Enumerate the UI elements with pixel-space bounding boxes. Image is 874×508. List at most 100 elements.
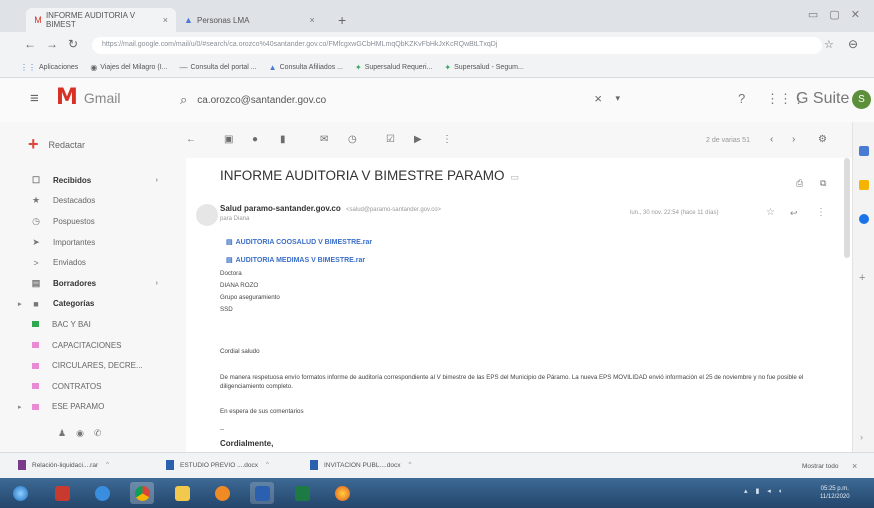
bookmark-item[interactable]: ✦ Supersalud - Segum... bbox=[444, 63, 523, 72]
back-icon[interactable]: ← bbox=[24, 37, 36, 51]
close-icon[interactable]: × bbox=[309, 15, 314, 25]
window-controls[interactable]: ▭ ▢ ✕ bbox=[808, 8, 864, 21]
bookmark-item[interactable]: — Consulta del portal ... bbox=[179, 63, 256, 72]
recipient-line[interactable]: para Diana bbox=[220, 216, 249, 222]
nav-list: ☐ Recibidos › ★ Destacados ◷ Pospuestos … bbox=[0, 170, 186, 417]
bookmark-item[interactable]: ▲ Consulta Afiliados ... bbox=[269, 63, 343, 72]
report-spam-icon[interactable]: ● bbox=[252, 134, 258, 145]
sidebar-item-destacados[interactable]: ★ Destacados bbox=[0, 191, 186, 212]
newer-icon[interactable]: ‹ bbox=[770, 134, 773, 145]
download-item[interactable]: ESTUDIO PREVIO ....docx ^ bbox=[166, 460, 269, 470]
expand-arrow-icon[interactable]: ▸ bbox=[18, 300, 22, 308]
show-all-downloads[interactable]: Mostrar todo bbox=[802, 463, 839, 470]
tasks-icon[interactable] bbox=[859, 214, 869, 224]
expand-arrow-icon[interactable]: ▸ bbox=[18, 403, 22, 411]
windows-logo-icon bbox=[12, 485, 28, 501]
forward-icon[interactable]: → bbox=[46, 37, 58, 51]
taskbar-word[interactable] bbox=[250, 482, 274, 504]
sidebar-item-label: CAPACITACIONES bbox=[52, 340, 122, 350]
bookmark-item[interactable]: ◉ Viajes del Milagro (I... bbox=[90, 63, 167, 72]
help-icon[interactable]: ? bbox=[738, 91, 745, 106]
older-icon[interactable]: › bbox=[792, 134, 795, 145]
sidebar-item-enviados[interactable]: > Enviados bbox=[0, 252, 186, 273]
taskbar-pdf[interactable] bbox=[50, 482, 74, 504]
start-button[interactable] bbox=[8, 482, 32, 504]
label-icon[interactable]: ▭ bbox=[511, 172, 520, 182]
taskbar-explorer[interactable] bbox=[170, 482, 194, 504]
sidebar-label-bac-y-bai[interactable]: BAC Y BAI bbox=[0, 314, 186, 335]
attachment-link[interactable]: ▤ AUDITORIA COOSALUD V BIMESTRE.rar bbox=[226, 238, 372, 246]
add-to-tasks-icon[interactable]: ☑ bbox=[386, 134, 395, 145]
address-row: ← → ↻ https://mail.google.com/mail/u/0/#… bbox=[0, 32, 874, 58]
bookmark-item[interactable]: ✦ Supersalud Requeri... bbox=[355, 63, 432, 72]
move-to-icon[interactable]: ▶ bbox=[414, 134, 422, 145]
greeting-line: DIANA ROZO bbox=[220, 282, 259, 289]
more-options-icon[interactable]: ⋮ bbox=[442, 134, 452, 145]
search-options-icon[interactable]: ▾ bbox=[615, 93, 620, 104]
sidebar-label-contratos[interactable]: CONTRATOS bbox=[0, 376, 186, 397]
reply-icon[interactable]: ↩ bbox=[790, 208, 798, 219]
chevron-up-icon[interactable]: ^ bbox=[266, 462, 269, 468]
delete-icon[interactable]: ▮ bbox=[280, 134, 286, 145]
clock-time: 05:25 p.m. bbox=[820, 486, 849, 492]
tab-informe[interactable]: M INFORME AUDITORIA V BIMEST × bbox=[26, 8, 176, 32]
taskbar-firefox[interactable] bbox=[330, 482, 354, 504]
main-menu-icon[interactable]: ≡ bbox=[30, 90, 39, 107]
avatar[interactable]: S bbox=[852, 90, 871, 109]
taskbar-ie[interactable] bbox=[90, 482, 114, 504]
sidebar-item-recibidos[interactable]: ☐ Recibidos › bbox=[0, 170, 186, 191]
settings-gear-icon[interactable]: ⚙ bbox=[818, 134, 827, 145]
system-tray[interactable]: ▴ ▮ ◂ ◐ bbox=[744, 487, 786, 495]
chevron-up-icon[interactable]: ^ bbox=[106, 462, 109, 468]
reload-icon[interactable]: ↻ bbox=[68, 37, 78, 51]
bookmark-label: Viajes del Milagro (I... bbox=[100, 64, 168, 71]
sender-name[interactable]: Salud paramo-santander.gov.co bbox=[220, 204, 341, 213]
open-new-window-icon[interactable]: ⧉ bbox=[820, 178, 826, 189]
sidebar-item-importantes[interactable]: ➤ Importantes bbox=[0, 232, 186, 253]
bookmark-label: Supersalud - Segum... bbox=[454, 64, 524, 71]
screen: M INFORME AUDITORIA V BIMEST × ▲ Persona… bbox=[0, 0, 874, 508]
sidebar-item-categorias[interactable]: ▸ ■ Categorías bbox=[0, 294, 186, 315]
print-icon[interactable]: ⎙ bbox=[796, 178, 803, 189]
keep-icon[interactable] bbox=[859, 180, 869, 190]
sidebar-label-circulares[interactable]: CIRCULARES, DECRE... bbox=[0, 355, 186, 376]
scrollbar[interactable] bbox=[844, 158, 850, 258]
calendar-icon[interactable] bbox=[859, 146, 869, 156]
snooze-icon[interactable]: ◷ bbox=[348, 134, 357, 145]
archive-icon[interactable]: ▣ bbox=[224, 134, 233, 145]
sidebar-label-capacitaciones[interactable]: CAPACITACIONES bbox=[0, 335, 186, 356]
tab-personas[interactable]: ▲ Personas LMA × bbox=[176, 8, 336, 32]
system-clock[interactable]: 05:25 p.m. 11/12/2020 bbox=[820, 485, 850, 501]
chevron-right-icon: › bbox=[155, 176, 158, 184]
taskbar-excel[interactable] bbox=[290, 482, 314, 504]
taskbar-chrome[interactable] bbox=[130, 482, 154, 504]
add-addon-icon[interactable]: + bbox=[859, 272, 865, 284]
search-icon[interactable]: ⌕ bbox=[180, 92, 187, 108]
close-icon[interactable]: × bbox=[163, 15, 168, 25]
search-input[interactable]: ca.orozco@santander.gov.co bbox=[197, 95, 326, 106]
search-box[interactable]: ⌕ ca.orozco@santander.gov.co × ▾ bbox=[180, 88, 620, 112]
clear-search-icon[interactable]: × bbox=[594, 91, 602, 106]
bookmark-apps[interactable]: ⋮⋮ Aplicaciones bbox=[20, 63, 78, 72]
download-item[interactable]: INVITACION PUBL....docx ^ bbox=[310, 460, 411, 470]
star-icon[interactable]: ☆ bbox=[766, 207, 775, 218]
gmail-logo[interactable]: M Gmail bbox=[56, 87, 120, 109]
attachment-link[interactable]: ▤ AUDITORIA MEDIMAS V BIMESTRE.rar bbox=[226, 256, 365, 264]
chevron-up-icon[interactable]: ^ bbox=[408, 462, 411, 468]
sidebar-label-ese-paramo[interactable]: ▸ ESE PARAMO bbox=[0, 397, 186, 418]
compose-button[interactable]: + Redactar bbox=[28, 134, 85, 155]
sidebar-item-borradores[interactable]: ▤ Borradores › bbox=[0, 273, 186, 294]
more-icon[interactable]: ⋮ bbox=[816, 207, 826, 218]
mark-unread-icon[interactable]: ✉ bbox=[320, 134, 328, 145]
url-field[interactable]: https://mail.google.com/mail/u/0/#search… bbox=[92, 37, 822, 54]
download-item[interactable]: Relación-liquidaci....rar ^ bbox=[18, 460, 109, 470]
new-tab-icon[interactable]: + bbox=[338, 12, 346, 28]
back-to-list-icon[interactable]: ← bbox=[186, 134, 196, 145]
hangouts-footer[interactable]: ♟◉✆ bbox=[58, 428, 111, 439]
close-icon[interactable]: × bbox=[852, 461, 857, 471]
account-icon[interactable]: ⊖ bbox=[848, 37, 858, 51]
bookmark-star-icon[interactable]: ☆ bbox=[824, 38, 834, 51]
sidebar-item-pospuestos[interactable]: ◷ Pospuestos bbox=[0, 211, 186, 232]
taskbar-media[interactable] bbox=[210, 482, 234, 504]
chevron-right-icon[interactable]: › bbox=[860, 432, 863, 442]
